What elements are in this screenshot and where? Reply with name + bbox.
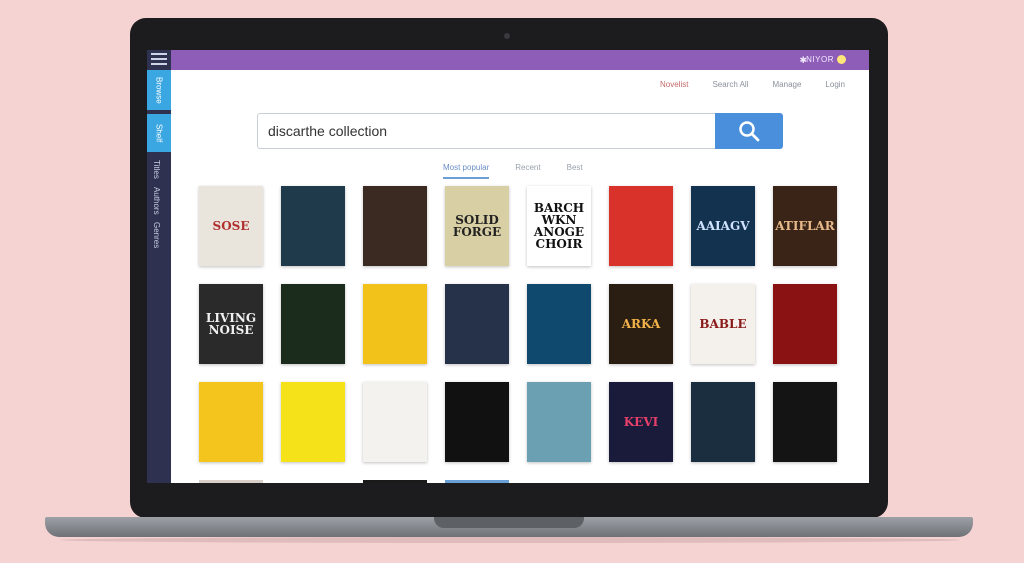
laptop-shadow: [60, 537, 960, 543]
search-button[interactable]: [715, 113, 783, 149]
book-cover[interactable]: LIVING NOISE: [199, 284, 263, 364]
search-icon: [739, 121, 760, 142]
book-title: AAIAGV: [696, 219, 750, 233]
user-name[interactable]: NIYOR: [806, 55, 834, 64]
sidebar-links: Titles Authors Genres: [152, 160, 161, 249]
book-cover[interactable]: [363, 382, 427, 462]
book-title: [557, 322, 561, 326]
tab-best[interactable]: Best: [567, 163, 583, 179]
book-title: [639, 224, 643, 228]
book-cover[interactable]: [363, 284, 427, 364]
book-title: [393, 322, 397, 326]
book-cover[interactable]: [773, 382, 837, 462]
book-cover[interactable]: [281, 284, 345, 364]
left-sidebar: Browse Shelf Titles Authors Genres: [147, 50, 171, 483]
book-title: SOSE: [212, 219, 250, 233]
book-grid-next-row: [199, 480, 837, 483]
book-title: [803, 420, 807, 424]
book-grid: SOSE SOLID FORGE BARCH WKN ANOGE CHOIR AAIA…: [199, 186, 859, 462]
book-title: [475, 420, 479, 424]
book-title: [311, 420, 315, 424]
laptop-notch: [434, 517, 584, 528]
toplink-manage[interactable]: Manage: [773, 80, 802, 89]
sidebar-link-authors[interactable]: Authors: [152, 187, 161, 215]
book-cover[interactable]: [773, 284, 837, 364]
book-cover[interactable]: [363, 186, 427, 266]
toplink-login[interactable]: Login: [825, 80, 845, 89]
book-title: [393, 224, 397, 228]
book-title: [803, 322, 807, 326]
book-title: LIVING NOISE: [205, 311, 257, 337]
toplink-search-all[interactable]: Search All: [712, 80, 748, 89]
book-title: KEVI: [623, 415, 659, 429]
status-dot-icon: [837, 55, 846, 64]
book-cover[interactable]: [281, 382, 345, 462]
tab-most-popular[interactable]: Most popular: [443, 163, 490, 179]
book-cover[interactable]: [281, 186, 345, 266]
book-cover[interactable]: SOLID FORGE: [445, 186, 509, 266]
camera: [504, 33, 510, 39]
book-title: BABLE: [699, 317, 747, 331]
book-cover[interactable]: BABLE: [691, 284, 755, 364]
book-cover[interactable]: AAIAGV: [691, 186, 755, 266]
top-links: Novelist Search All Manage Login: [660, 80, 845, 89]
tab-recent[interactable]: Recent: [515, 163, 540, 179]
main-content: Novelist Search All Manage Login Most po…: [171, 70, 869, 483]
book-cover[interactable]: [691, 382, 755, 462]
toplink-novelist[interactable]: Novelist: [660, 80, 688, 89]
book-title: ARKA: [621, 317, 661, 331]
sidebar-link-titles[interactable]: Titles: [152, 160, 161, 179]
book-cover[interactable]: [527, 382, 591, 462]
search-input[interactable]: [257, 113, 715, 149]
book-title: [393, 420, 397, 424]
book-cover[interactable]: [445, 382, 509, 462]
book-title: [475, 322, 479, 326]
tabs: Most popular Recent Best: [443, 163, 583, 179]
book-cover[interactable]: SOSE: [199, 186, 263, 266]
book-title: BARCH WKN ANOGE CHOIR: [533, 201, 585, 251]
sidebar-browse-button[interactable]: Browse: [147, 70, 171, 110]
sidebar-shelf-button[interactable]: Shelf: [147, 114, 171, 152]
hamburger-menu-icon[interactable]: [151, 53, 167, 65]
book-title: [311, 224, 315, 228]
book-cover[interactable]: [527, 284, 591, 364]
book-cover[interactable]: [445, 284, 509, 364]
sidebar-link-genres[interactable]: Genres: [152, 222, 161, 248]
book-cover[interactable]: [609, 186, 673, 266]
screen: Browse Shelf Titles Authors Genres ✱ NIY…: [147, 50, 869, 483]
search-bar: [257, 113, 783, 149]
book-cover[interactable]: BARCH WKN ANOGE CHOIR: [527, 186, 591, 266]
book-cover[interactable]: KEVI: [609, 382, 673, 462]
book-title: [229, 420, 233, 424]
book-title: [311, 322, 315, 326]
book-title: ATIFLAR: [775, 219, 835, 233]
book-cover[interactable]: [199, 382, 263, 462]
book-cover[interactable]: ARKA: [609, 284, 673, 364]
book-title: [557, 420, 561, 424]
book-cover[interactable]: ATIFLAR: [773, 186, 837, 266]
book-title: [721, 420, 725, 424]
top-bar: ✱ NIYOR: [171, 50, 869, 70]
book-title: SOLID FORGE: [452, 213, 502, 239]
